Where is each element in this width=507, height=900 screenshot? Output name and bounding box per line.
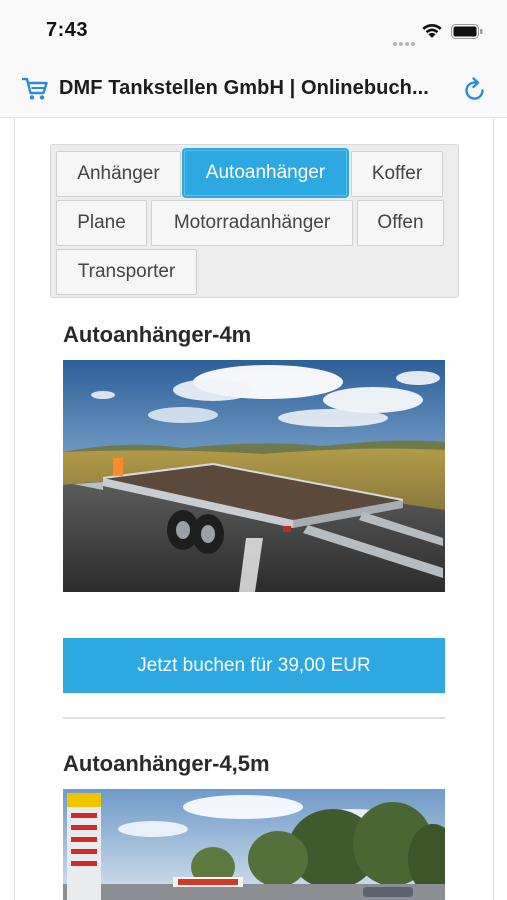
product-image-station[interactable]: [63, 789, 445, 900]
tab-koffer[interactable]: Koffer: [351, 151, 443, 197]
app-header: DMF Tankstellen GmbH | Onlinebuch...: [0, 60, 507, 118]
status-time: 7:43: [46, 19, 89, 41]
refresh-icon[interactable]: [463, 77, 487, 103]
tab-motorradanhaenger[interactable]: Motorradanhänger: [151, 200, 353, 246]
product-title: Autoanhänger-4,5m: [63, 751, 270, 776]
product-title: Autoanhänger-4m: [63, 322, 252, 347]
product-image-trailer[interactable]: [63, 360, 445, 592]
tab-transporter[interactable]: Transporter: [56, 249, 197, 295]
wifi-icon: [422, 23, 442, 38]
tab-plane[interactable]: Plane: [56, 200, 147, 246]
tab-anhaenger[interactable]: Anhänger: [56, 151, 181, 197]
signal-icon: [393, 33, 417, 46]
tab-autoanhaenger[interactable]: Autoanhänger: [184, 150, 347, 196]
category-tabs: Anhänger Autoanhänger Koffer Plane Motor…: [50, 144, 459, 298]
divider: [63, 717, 445, 719]
cart-icon[interactable]: [22, 76, 48, 102]
book-button[interactable]: Jetzt buchen für 39,00 EUR: [63, 638, 445, 693]
battery-icon: [451, 24, 483, 39]
tab-offen[interactable]: Offen: [357, 200, 444, 246]
status-bar: 7:43: [0, 0, 507, 60]
content-area: Anhänger Autoanhänger Koffer Plane Motor…: [14, 118, 494, 900]
app-title: DMF Tankstellen GmbH | Onlinebuch...: [59, 77, 429, 99]
